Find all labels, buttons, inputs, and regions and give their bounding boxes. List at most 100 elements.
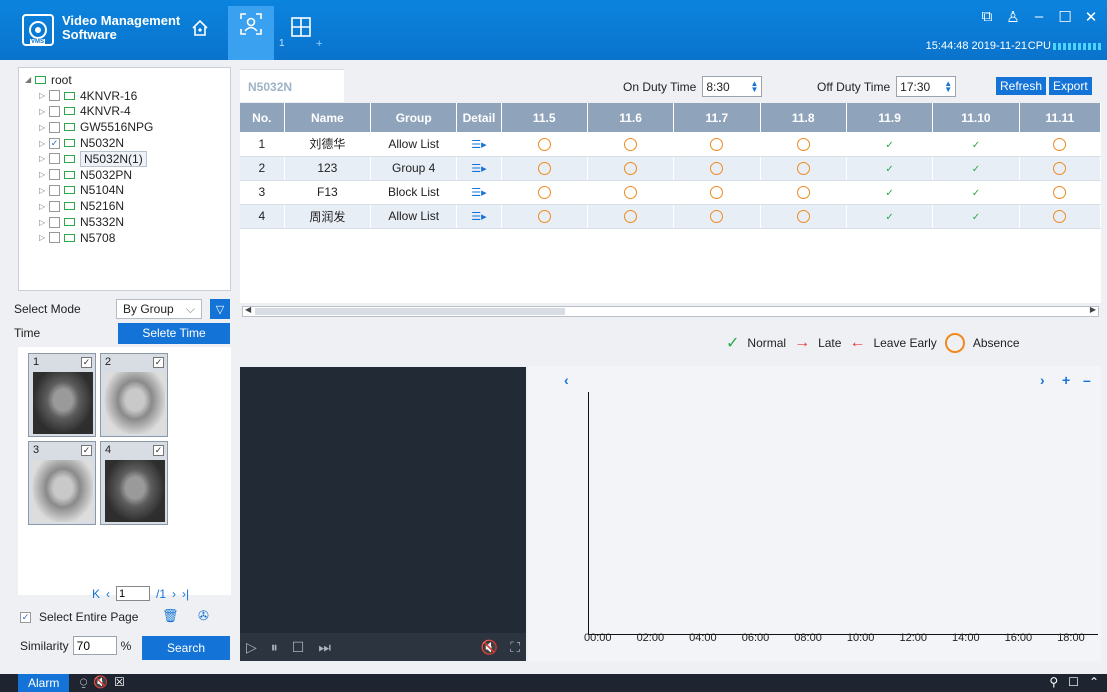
refresh-button[interactable]: Refresh — [996, 77, 1047, 95]
tree-item[interactable]: ▷ 4KNVR-16 — [25, 88, 230, 104]
stop-icon[interactable]: ☐ — [292, 639, 305, 656]
user-icon[interactable]: ♙ — [1005, 8, 1021, 26]
alarm-off-icon[interactable]: ⍜ — [80, 675, 87, 690]
minimize-icon[interactable]: – — [1031, 8, 1047, 26]
cell-detail[interactable]: ☰▸ — [456, 180, 502, 205]
filter-button[interactable]: ▽ — [210, 299, 230, 319]
horizontal-scrollbar[interactable]: ◀ ▶ — [242, 305, 1099, 317]
expand-icon[interactable]: ▷ — [39, 91, 49, 100]
page-input[interactable] — [116, 586, 151, 601]
tree-item-checkbox[interactable] — [49, 169, 60, 181]
tree-item[interactable]: ▷ N5032N(1) — [25, 150, 230, 167]
fullscreen-icon[interactable]: ⛶ — [510, 639, 520, 656]
tree-item[interactable]: ▷ N5032PN — [25, 167, 230, 183]
tree-item-checkbox[interactable] — [49, 105, 60, 117]
expand-icon[interactable]: ▷ — [39, 154, 49, 163]
tree-item[interactable]: ▷ N5332N — [25, 214, 230, 230]
select-mode-dropdown[interactable]: By Group ⌵ — [116, 299, 202, 319]
maximize-icon[interactable]: ☐ — [1057, 8, 1073, 26]
cell-detail[interactable]: ☰▸ — [456, 132, 502, 157]
sound-off-icon[interactable]: 🔇 — [93, 675, 108, 690]
first-page-icon[interactable]: K — [92, 587, 100, 601]
next-page-icon[interactable]: › — [172, 587, 176, 601]
table-row[interactable]: 1 刘德华 Allow List ☰▸ ✓ ✓ — [240, 132, 1101, 157]
home-icon[interactable] — [188, 16, 212, 40]
timeline-next-icon[interactable]: › — [1040, 372, 1045, 388]
scroll-thumb[interactable] — [255, 308, 565, 315]
tab-n5032n[interactable]: N5032N — [240, 69, 344, 102]
table-row[interactable]: 3 F13 Block List ☰▸ ✓ ✓ — [240, 180, 1101, 205]
tree-item-checkbox[interactable] — [49, 153, 60, 165]
tree-item[interactable]: ▷ N5104N — [25, 183, 230, 199]
spinner-icon[interactable]: ▲ ▼ — [944, 79, 952, 93]
tree-item[interactable]: ▷ 4KNVR-4 — [25, 104, 230, 120]
spinner-icon[interactable]: ▲ ▼ — [750, 79, 758, 93]
expand-icon[interactable]: ◢ — [25, 75, 35, 84]
window-icon[interactable]: ☐ — [1068, 675, 1079, 689]
video-player[interactable]: ▷ ⏸ ☐ ⏭ 🔇 ⛶ — [240, 367, 526, 661]
color-filter-icon[interactable]: ✇ — [198, 608, 209, 624]
expand-icon[interactable]: ▷ — [39, 233, 49, 242]
timeline-chart[interactable]: ‹ › + – 00:00 02:00 04:00 06:00 08:00 10:00 12… — [528, 366, 1101, 661]
expand-icon[interactable]: ▷ — [39, 123, 49, 132]
zoom-out-icon[interactable]: – — [1083, 372, 1091, 388]
expand-icon[interactable]: ▷ — [39, 107, 49, 116]
detail-list-icon[interactable]: ☰▸ — [471, 139, 486, 151]
face-card[interactable]: 2 ✓ — [100, 353, 168, 437]
expand-icon[interactable]: ▷ — [39, 202, 49, 211]
select-entire-page-checkbox[interactable] — [20, 611, 31, 623]
tree-item-checkbox[interactable] — [49, 137, 60, 149]
table-row[interactable]: 2 123 Group 4 ☰▸ ✓ ✓ — [240, 156, 1101, 181]
scroll-left-icon[interactable]: ◀ — [245, 305, 251, 314]
screen-icon[interactable]: ⧉ — [979, 8, 995, 26]
detail-list-icon[interactable]: ☰▸ — [471, 187, 486, 199]
tree-item[interactable]: ▷ N5708 — [25, 230, 230, 246]
pause-icon[interactable]: ⏸ — [271, 639, 278, 656]
expand-icon[interactable]: ▷ — [39, 186, 49, 195]
tree-item[interactable]: ▷ N5032N — [25, 135, 230, 151]
trash-icon[interactable]: 🗑 — [162, 608, 179, 624]
off-duty-input[interactable]: 17:30 ▲ ▼ — [896, 76, 957, 97]
clear-list-icon[interactable]: ☒ — [114, 675, 125, 690]
tree-root[interactable]: ◢ root — [25, 72, 230, 88]
tree-item-checkbox[interactable] — [49, 90, 60, 102]
tab-grid-view[interactable] — [290, 16, 314, 40]
tree-item-checkbox[interactable] — [49, 216, 60, 228]
collapse-up-icon[interactable]: ⌃ — [1089, 675, 1099, 689]
tree-item-checkbox[interactable] — [49, 121, 60, 133]
search-button[interactable]: Search — [142, 636, 230, 660]
face-checkbox[interactable]: ✓ — [153, 445, 164, 456]
tree-item[interactable]: ▷ N5216N — [25, 198, 230, 214]
export-button[interactable]: Export — [1049, 77, 1092, 95]
cell-detail[interactable]: ☰▸ — [456, 156, 502, 181]
add-tab-button[interactable]: + — [316, 38, 322, 50]
face-card[interactable]: 4 ✓ — [100, 441, 168, 525]
detail-list-icon[interactable]: ☰▸ — [471, 211, 486, 223]
table-row[interactable]: 4 周润发 Allow List ☰▸ ✓ ✓ — [240, 204, 1101, 229]
alarm-button[interactable]: Alarm — [18, 674, 70, 692]
pin-icon[interactable]: ⚲ — [1049, 675, 1058, 689]
on-duty-input[interactable]: 8:30 ▲ ▼ — [702, 76, 763, 97]
step-forward-icon[interactable]: ⏭ — [318, 639, 331, 656]
face-checkbox[interactable]: ✓ — [81, 357, 92, 368]
zoom-in-icon[interactable]: + — [1062, 372, 1070, 388]
tree-item[interactable]: ▷ GW5516NPG — [25, 119, 230, 135]
prev-page-icon[interactable]: ‹ — [106, 587, 110, 601]
close-icon[interactable]: ✕ — [1083, 8, 1099, 26]
face-card[interactable]: 3 ✓ — [28, 441, 96, 525]
last-page-icon[interactable]: ›| — [182, 587, 189, 601]
cell-detail[interactable]: ☰▸ — [456, 204, 502, 229]
face-card[interactable]: 1 ✓ — [28, 353, 96, 437]
select-time-button[interactable]: Selete Time — [118, 322, 230, 344]
timeline-prev-icon[interactable]: ‹ — [564, 372, 569, 388]
scroll-right-icon[interactable]: ▶ — [1090, 305, 1096, 314]
similarity-input[interactable] — [72, 636, 117, 655]
tab-face-attendance[interactable] — [228, 6, 274, 60]
tree-item-checkbox[interactable] — [49, 184, 60, 196]
expand-icon[interactable]: ▷ — [39, 170, 49, 179]
expand-icon[interactable]: ▷ — [39, 139, 49, 148]
expand-icon[interactable]: ▷ — [39, 218, 49, 227]
face-checkbox[interactable]: ✓ — [81, 445, 92, 456]
tree-item-checkbox[interactable] — [49, 200, 60, 212]
detail-list-icon[interactable]: ☰▸ — [471, 163, 486, 175]
